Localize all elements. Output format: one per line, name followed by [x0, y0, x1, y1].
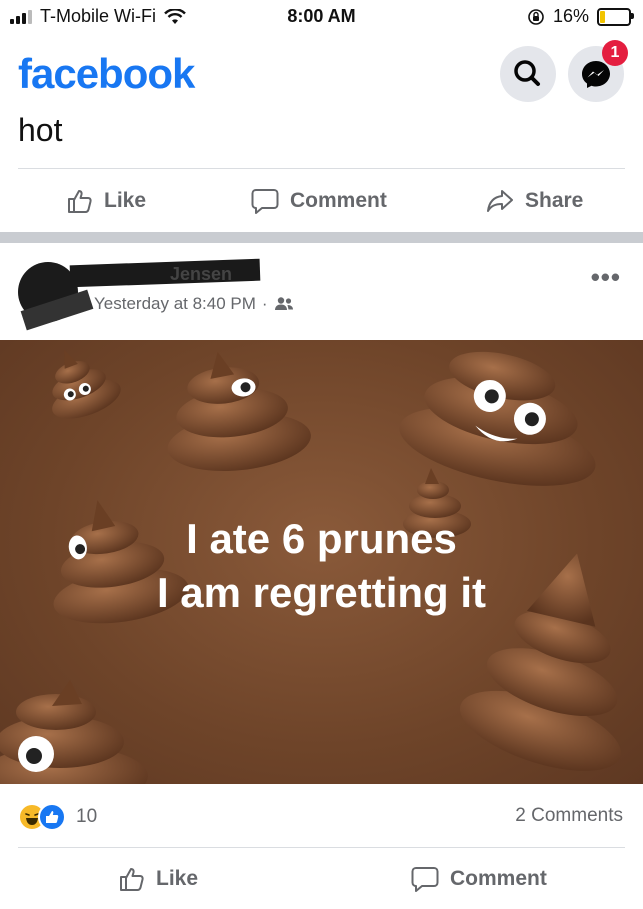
divider [18, 168, 625, 169]
comment-icon [411, 867, 439, 892]
like-icon [68, 190, 92, 213]
image-caption-line: I ate 6 prunes [186, 515, 457, 562]
poop-emoji [167, 351, 311, 472]
post1-actions: Like Comment Share [0, 171, 643, 231]
author-name: Jensen [170, 264, 233, 284]
post-image[interactable]: I ate 6 prunes I am regretting it [0, 340, 643, 784]
like-icon [120, 868, 144, 891]
post-meta: Yesterday at 8:40 PM · [94, 294, 294, 314]
reaction-count: 10 [76, 806, 98, 827]
post-author[interactable]: Jensen [90, 264, 232, 285]
status-right: 16% [527, 6, 634, 27]
like-button[interactable]: Like [66, 171, 146, 231]
share-icon [487, 190, 513, 212]
post-text: hot [18, 112, 63, 148]
reaction-icons [18, 803, 70, 831]
like-reaction-icon [38, 803, 66, 831]
poop-emoji [399, 351, 596, 486]
comment-button[interactable]: Comment [250, 171, 387, 231]
more-options-button[interactable]: ••• [591, 262, 621, 293]
meta-separator: · [261, 294, 268, 313]
search-button[interactable] [500, 46, 556, 102]
poop-emoji [0, 680, 148, 784]
search-icon [514, 60, 540, 86]
share-button[interactable]: Share [485, 171, 583, 231]
post2-actions: Like Comment [0, 849, 643, 909]
reaction-summary[interactable]: 10 [18, 803, 97, 831]
like-label: Like [156, 867, 199, 890]
poop-emoji [52, 349, 121, 419]
comment-label: Comment [450, 867, 547, 890]
friends-icon [274, 297, 293, 310]
image-caption: I ate 6 prunes I am regretting it [0, 512, 643, 620]
messenger-button[interactable]: 1 [568, 40, 628, 102]
status-bar: T-Mobile Wi-Fi 8:00 AM 16% [0, 0, 643, 34]
comment-label: Comment [290, 189, 387, 212]
facebook-logo[interactable]: facebook [18, 50, 195, 98]
comment-icon [251, 189, 279, 214]
app-header: facebook 1 [0, 34, 643, 110]
like-label: Like [104, 189, 147, 212]
divider [18, 847, 625, 848]
share-label: Share [525, 189, 584, 212]
comments-count[interactable]: 2 Comments [515, 805, 623, 827]
image-caption-line: I am regretting it [156, 569, 487, 616]
like-button[interactable]: Like [118, 849, 198, 909]
comment-button[interactable]: Comment [410, 849, 547, 909]
post-timestamp[interactable]: Yesterday at 8:40 PM [94, 294, 256, 314]
feed-separator [0, 232, 643, 243]
battery-icon [597, 7, 634, 26]
messenger-badge: 1 [602, 40, 628, 66]
orientation-lock-icon [528, 8, 544, 25]
battery-percent: 16% [552, 6, 589, 26]
